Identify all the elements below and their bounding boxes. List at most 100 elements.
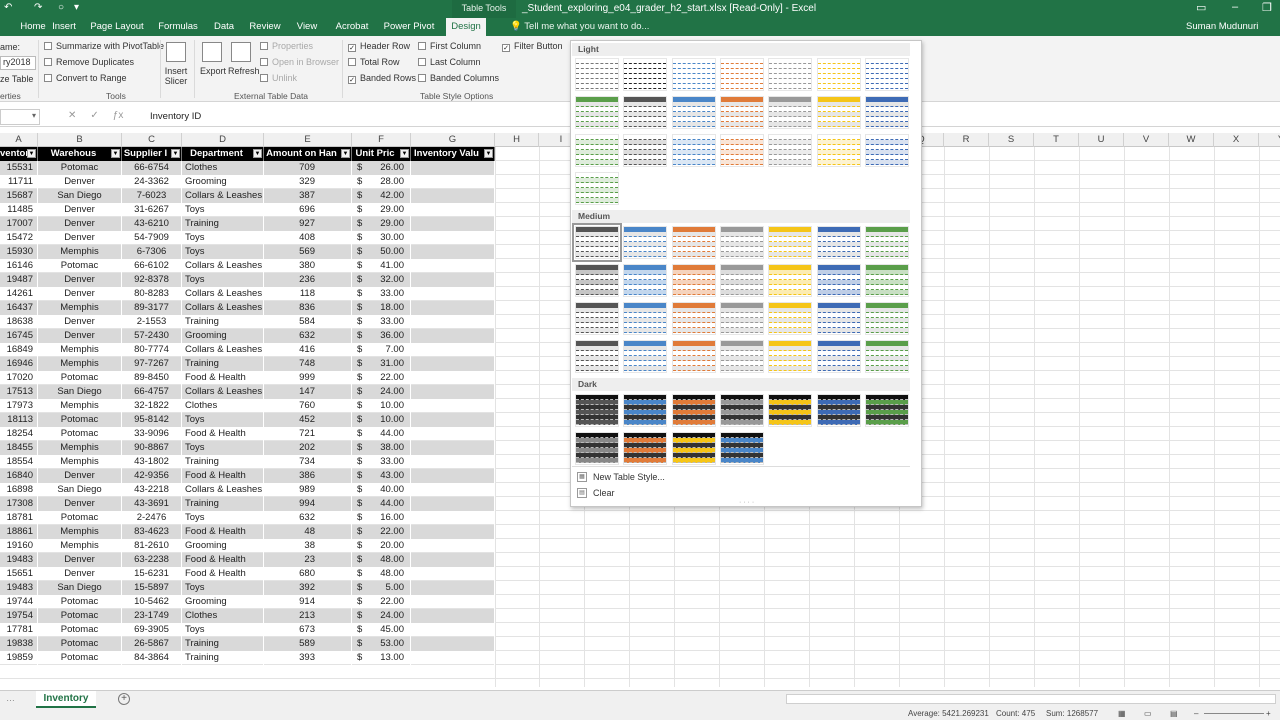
table-cell[interactable]: 66-6102 [122, 259, 182, 273]
table-cell[interactable]: 43-6210 [122, 217, 182, 231]
filter-dropdown-icon[interactable]: ▼ [400, 149, 409, 158]
table-style-swatch[interactable] [672, 432, 716, 465]
table-cell[interactable]: Denver [38, 315, 122, 329]
inventory-value-cell[interactable] [411, 427, 495, 441]
table-cell[interactable]: 54-7909 [122, 231, 182, 245]
table-cell[interactable]: Toys [182, 413, 264, 427]
table-cell[interactable]: 97-7267 [122, 357, 182, 371]
horizontal-scrollbar[interactable] [786, 694, 1276, 704]
table-cell[interactable]: 19859 [0, 651, 38, 665]
table-cell[interactable]: San Diego [38, 581, 122, 595]
tab-view[interactable]: View [292, 18, 322, 36]
column-header-f[interactable]: F [352, 133, 411, 147]
tab-formulas[interactable]: Formulas [156, 18, 200, 36]
first-column-checkbox[interactable]: First Column [418, 41, 481, 51]
table-cell[interactable]: 6-7306 [122, 245, 182, 259]
table-cell[interactable]: San Diego [38, 385, 122, 399]
table-cell[interactable]: 927 [264, 217, 352, 231]
table-cell[interactable]: 18554 [0, 455, 38, 469]
table-cell[interactable]: Training [182, 651, 264, 665]
inventory-value-cell[interactable] [411, 371, 495, 385]
table-cell[interactable]: 19838 [0, 637, 38, 651]
filter-dropdown-icon[interactable]: ▼ [171, 149, 180, 158]
table-cell[interactable]: Potomac [38, 259, 122, 273]
summarize-pivot-button[interactable]: Summarize with PivotTable [44, 41, 164, 51]
table-cell[interactable]: Memphis [38, 301, 122, 315]
inventory-value-cell[interactable] [411, 301, 495, 315]
table-cell[interactable]: 16745 [0, 329, 38, 343]
table-style-swatch[interactable] [768, 226, 812, 259]
tab-review[interactable]: Review [246, 18, 284, 36]
table-style-swatch[interactable] [672, 96, 716, 129]
table-cell[interactable]: 15-6231 [122, 567, 182, 581]
table-cell[interactable]: Memphis [38, 525, 122, 539]
table-cell[interactable]: 89-8450 [122, 371, 182, 385]
column-header-v[interactable]: V [1124, 133, 1169, 147]
table-style-swatch[interactable] [672, 226, 716, 259]
inventory-value-cell[interactable] [411, 455, 495, 469]
inventory-value-cell[interactable] [411, 161, 495, 175]
table-cell[interactable]: Potomac [38, 371, 122, 385]
table-cell[interactable]: Toys [182, 231, 264, 245]
table-cell[interactable]: 17308 [0, 497, 38, 511]
table-cell[interactable]: 16146 [0, 259, 38, 273]
table-cell[interactable]: Grooming [182, 175, 264, 189]
table-cell[interactable]: Food & Health [182, 567, 264, 581]
chevron-down-icon[interactable]: ▾ [32, 111, 36, 120]
scroll-tabs-icon[interactable]: … [6, 693, 15, 703]
table-cell[interactable]: 2-2476 [122, 511, 182, 525]
convert-to-range-button[interactable]: Convert to Range [44, 73, 127, 83]
table-cell[interactable]: 26-5867 [122, 637, 182, 651]
table-cell[interactable]: Potomac [38, 637, 122, 651]
table-cell[interactable]: Potomac [38, 651, 122, 665]
table-cell[interactable]: Grooming [182, 595, 264, 609]
minimize-icon[interactable]: – [1232, 1, 1238, 13]
table-cell[interactable]: 680 [264, 567, 352, 581]
table-cell[interactable]: Grooming [182, 329, 264, 343]
table-cell[interactable]: Denver [38, 329, 122, 343]
table-cell[interactable]: Memphis [38, 455, 122, 469]
sheet-tab-inventory[interactable]: Inventory [36, 691, 96, 708]
table-cell[interactable]: 914 [264, 595, 352, 609]
inventory-value-cell[interactable] [411, 329, 495, 343]
table-cell[interactable]: 329 [264, 175, 352, 189]
table-style-swatch[interactable] [865, 96, 909, 129]
table-cell[interactable]: Training [182, 455, 264, 469]
table-style-swatch[interactable] [623, 226, 667, 259]
table-cell[interactable]: 83-4623 [122, 525, 182, 539]
table-cell[interactable]: 709 [264, 161, 352, 175]
table-cell[interactable]: Collars & Leashes [182, 287, 264, 301]
table-style-swatch[interactable] [817, 394, 861, 427]
inventory-value-cell[interactable] [411, 581, 495, 595]
zoom-in-icon[interactable]: + [1266, 709, 1271, 718]
tab-design[interactable]: Design [446, 18, 486, 36]
column-header-r[interactable]: R [944, 133, 989, 147]
inventory-value-cell[interactable] [411, 469, 495, 483]
table-cell[interactable]: 17020 [0, 371, 38, 385]
formula-input[interactable]: Inventory ID [150, 111, 201, 122]
table-cell[interactable]: 994 [264, 497, 352, 511]
resize-grip-icon[interactable]: · · · · [739, 499, 754, 506]
table-cell[interactable]: Denver [38, 217, 122, 231]
filter-dropdown-icon[interactable]: ▼ [111, 149, 120, 158]
table-style-swatch[interactable] [623, 134, 667, 167]
table-cell[interactable]: Denver [38, 469, 122, 483]
table-style-swatch[interactable] [768, 134, 812, 167]
table-cell[interactable]: 11485 [0, 203, 38, 217]
inventory-value-cell[interactable] [411, 385, 495, 399]
table-cell[interactable]: Denver [38, 497, 122, 511]
column-header-d[interactable]: D [182, 133, 264, 147]
table-cell[interactable]: 66-6754 [122, 161, 182, 175]
table-cell[interactable]: Denver [38, 273, 122, 287]
table-header-cell[interactable]: Amount on Han [264, 147, 352, 161]
table-style-swatch[interactable] [672, 302, 716, 335]
table-cell[interactable]: 18638 [0, 315, 38, 329]
table-cell[interactable]: 147 [264, 385, 352, 399]
table-cell[interactable]: 43-3691 [122, 497, 182, 511]
table-header-cell[interactable]: Department [182, 147, 264, 161]
table-cell[interactable]: Collars & Leashes [182, 483, 264, 497]
table-cell[interactable]: Food & Health [182, 371, 264, 385]
table-cell[interactable]: Collars & Leashes [182, 385, 264, 399]
table-cell[interactable]: San Diego [38, 483, 122, 497]
table-cell[interactable]: 31-6267 [122, 203, 182, 217]
